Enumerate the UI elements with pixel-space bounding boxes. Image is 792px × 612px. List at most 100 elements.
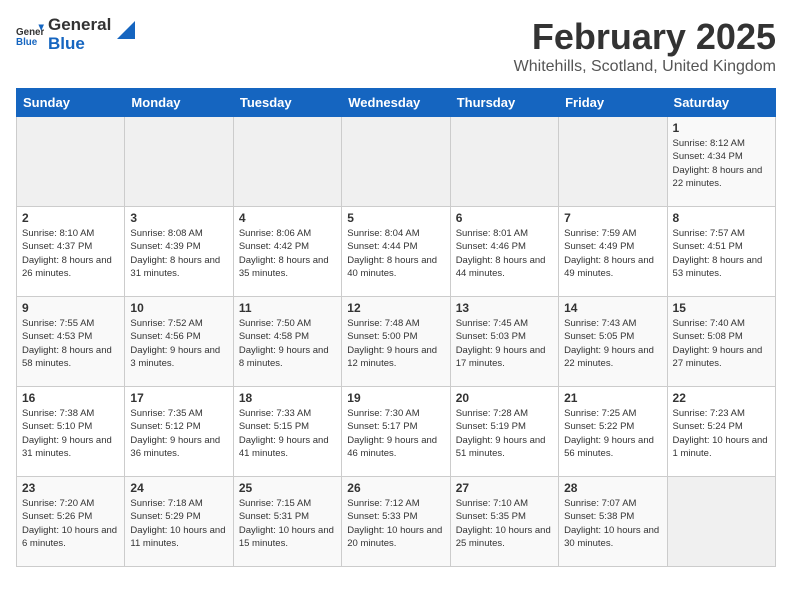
calendar-day-cell	[125, 117, 233, 207]
day-info: Sunrise: 8:08 AM Sunset: 4:39 PM Dayligh…	[130, 227, 227, 280]
page-header: General Blue General Blue February 2025 …	[16, 16, 776, 76]
day-of-week-header: Monday	[125, 89, 233, 117]
day-number: 16	[22, 391, 119, 405]
calendar-day-cell: 20 Sunrise: 7:28 AM Sunset: 5:19 PM Dayli…	[450, 387, 558, 477]
day-number: 27	[456, 481, 553, 495]
calendar-day-cell	[559, 117, 667, 207]
logo-triangle-icon	[117, 21, 135, 39]
calendar-day-cell	[342, 117, 450, 207]
title-area: February 2025 Whitehills, Scotland, Unit…	[514, 16, 776, 76]
day-number: 13	[456, 301, 553, 315]
calendar-day-cell: 21 Sunrise: 7:25 AM Sunset: 5:22 PM Dayli…	[559, 387, 667, 477]
day-number: 17	[130, 391, 227, 405]
calendar-day-cell	[233, 117, 341, 207]
day-info: Sunrise: 7:45 AM Sunset: 5:03 PM Dayligh…	[456, 317, 553, 370]
day-number: 8	[673, 211, 770, 225]
day-of-week-header: Saturday	[667, 89, 775, 117]
calendar-week-row: 1Sunrise: 8:12 AM Sunset: 4:34 PM Daylig…	[17, 117, 776, 207]
calendar-day-cell: 1Sunrise: 8:12 AM Sunset: 4:34 PM Daylig…	[667, 117, 775, 207]
day-number: 5	[347, 211, 444, 225]
day-number: 15	[673, 301, 770, 315]
day-info: Sunrise: 7:20 AM Sunset: 5:26 PM Dayligh…	[22, 497, 119, 550]
calendar-week-row: 9 Sunrise: 7:55 AM Sunset: 4:53 PM Daylig…	[17, 297, 776, 387]
calendar-day-cell: 7 Sunrise: 7:59 AM Sunset: 4:49 PM Daylig…	[559, 207, 667, 297]
day-number: 18	[239, 391, 336, 405]
calendar-day-cell: 10 Sunrise: 7:52 AM Sunset: 4:56 PM Dayli…	[125, 297, 233, 387]
calendar-day-cell: 3 Sunrise: 8:08 AM Sunset: 4:39 PM Daylig…	[125, 207, 233, 297]
day-number: 23	[22, 481, 119, 495]
calendar-day-cell: 25Sunrise: 7:15 AM Sunset: 5:31 PM Dayli…	[233, 477, 341, 567]
calendar-day-cell: 13 Sunrise: 7:45 AM Sunset: 5:03 PM Dayli…	[450, 297, 558, 387]
day-info: Sunrise: 7:12 AM Sunset: 5:33 PM Dayligh…	[347, 497, 444, 550]
day-info: Sunrise: 7:23 AM Sunset: 5:24 PM Dayligh…	[673, 407, 770, 460]
calendar-day-cell	[667, 477, 775, 567]
calendar-day-cell: 26Sunrise: 7:12 AM Sunset: 5:33 PM Dayli…	[342, 477, 450, 567]
calendar-week-row: 23 Sunrise: 7:20 AM Sunset: 5:26 PM Dayli…	[17, 477, 776, 567]
calendar-day-cell: 19Sunrise: 7:30 AM Sunset: 5:17 PM Dayli…	[342, 387, 450, 477]
day-info: Sunrise: 7:25 AM Sunset: 5:22 PM Dayligh…	[564, 407, 661, 460]
day-number: 4	[239, 211, 336, 225]
day-of-week-header: Tuesday	[233, 89, 341, 117]
calendar-day-cell: 18Sunrise: 7:33 AM Sunset: 5:15 PM Dayli…	[233, 387, 341, 477]
day-info: Sunrise: 7:57 AM Sunset: 4:51 PM Dayligh…	[673, 227, 770, 280]
day-info: Sunrise: 8:06 AM Sunset: 4:42 PM Dayligh…	[239, 227, 336, 280]
day-number: 12	[347, 301, 444, 315]
calendar-day-cell: 22 Sunrise: 7:23 AM Sunset: 5:24 PM Dayli…	[667, 387, 775, 477]
day-number: 9	[22, 301, 119, 315]
day-number: 28	[564, 481, 661, 495]
calendar-day-cell	[450, 117, 558, 207]
day-info: Sunrise: 7:10 AM Sunset: 5:35 PM Dayligh…	[456, 497, 553, 550]
calendar-day-cell: 15 Sunrise: 7:40 AM Sunset: 5:08 PM Dayli…	[667, 297, 775, 387]
day-info: Sunrise: 7:55 AM Sunset: 4:53 PM Dayligh…	[22, 317, 119, 370]
calendar-day-cell	[17, 117, 125, 207]
day-number: 19	[347, 391, 444, 405]
calendar-day-cell: 6Sunrise: 8:01 AM Sunset: 4:46 PM Daylig…	[450, 207, 558, 297]
day-info: Sunrise: 7:50 AM Sunset: 4:58 PM Dayligh…	[239, 317, 336, 370]
calendar-day-cell: 14Sunrise: 7:43 AM Sunset: 5:05 PM Dayli…	[559, 297, 667, 387]
day-number: 7	[564, 211, 661, 225]
calendar-day-cell: 23 Sunrise: 7:20 AM Sunset: 5:26 PM Dayli…	[17, 477, 125, 567]
day-info: Sunrise: 7:59 AM Sunset: 4:49 PM Dayligh…	[564, 227, 661, 280]
day-number: 22	[673, 391, 770, 405]
day-info: Sunrise: 7:52 AM Sunset: 4:56 PM Dayligh…	[130, 317, 227, 370]
calendar-day-cell: 28Sunrise: 7:07 AM Sunset: 5:38 PM Dayli…	[559, 477, 667, 567]
day-info: Sunrise: 8:10 AM Sunset: 4:37 PM Dayligh…	[22, 227, 119, 280]
day-info: Sunrise: 7:48 AM Sunset: 5:00 PM Dayligh…	[347, 317, 444, 370]
calendar-day-cell: 4 Sunrise: 8:06 AM Sunset: 4:42 PM Daylig…	[233, 207, 341, 297]
calendar-day-cell: 24 Sunrise: 7:18 AM Sunset: 5:29 PM Dayli…	[125, 477, 233, 567]
calendar-week-row: 2 Sunrise: 8:10 AM Sunset: 4:37 PM Daylig…	[17, 207, 776, 297]
day-of-week-header: Thursday	[450, 89, 558, 117]
day-number: 21	[564, 391, 661, 405]
logo: General Blue General Blue	[16, 16, 135, 53]
day-info: Sunrise: 7:40 AM Sunset: 5:08 PM Dayligh…	[673, 317, 770, 370]
calendar-day-cell: 9 Sunrise: 7:55 AM Sunset: 4:53 PM Daylig…	[17, 297, 125, 387]
calendar-day-cell: 17 Sunrise: 7:35 AM Sunset: 5:12 PM Dayli…	[125, 387, 233, 477]
day-info: Sunrise: 7:18 AM Sunset: 5:29 PM Dayligh…	[130, 497, 227, 550]
calendar-day-cell: 16Sunrise: 7:38 AM Sunset: 5:10 PM Dayli…	[17, 387, 125, 477]
day-info: Sunrise: 7:28 AM Sunset: 5:19 PM Dayligh…	[456, 407, 553, 460]
day-number: 14	[564, 301, 661, 315]
day-of-week-header: Friday	[559, 89, 667, 117]
day-number: 2	[22, 211, 119, 225]
month-title: February 2025	[514, 16, 776, 58]
day-number: 25	[239, 481, 336, 495]
day-info: Sunrise: 8:04 AM Sunset: 4:44 PM Dayligh…	[347, 227, 444, 280]
day-number: 3	[130, 211, 227, 225]
calendar-day-cell: 2 Sunrise: 8:10 AM Sunset: 4:37 PM Daylig…	[17, 207, 125, 297]
calendar-week-row: 16Sunrise: 7:38 AM Sunset: 5:10 PM Dayli…	[17, 387, 776, 477]
day-number: 1	[673, 121, 770, 135]
day-number: 11	[239, 301, 336, 315]
logo-icon: General Blue	[16, 21, 44, 49]
calendar-day-cell: 12 Sunrise: 7:48 AM Sunset: 5:00 PM Dayli…	[342, 297, 450, 387]
logo-text-blue: Blue	[48, 35, 111, 54]
location-title: Whitehills, Scotland, United Kingdom	[514, 58, 776, 76]
day-of-week-header: Wednesday	[342, 89, 450, 117]
day-number: 6	[456, 211, 553, 225]
day-number: 10	[130, 301, 227, 315]
calendar-day-cell: 11 Sunrise: 7:50 AM Sunset: 4:58 PM Dayli…	[233, 297, 341, 387]
day-info: Sunrise: 7:35 AM Sunset: 5:12 PM Dayligh…	[130, 407, 227, 460]
calendar-table: SundayMondayTuesdayWednesdayThursdayFrid…	[16, 88, 776, 567]
logo-text-general: General	[48, 16, 111, 35]
day-number: 20	[456, 391, 553, 405]
day-number: 24	[130, 481, 227, 495]
